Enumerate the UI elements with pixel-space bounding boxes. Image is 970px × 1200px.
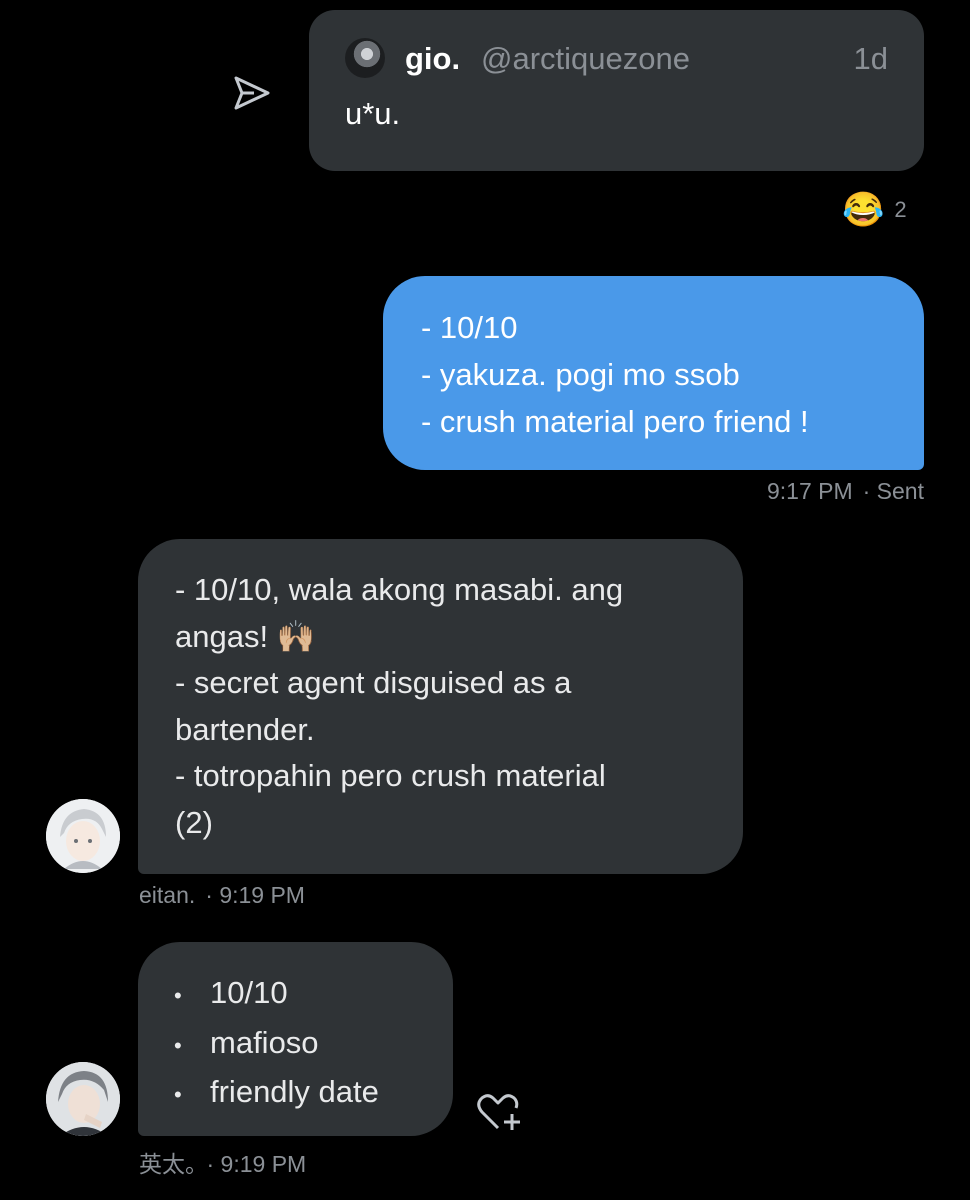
quoted-tweet-card[interactable]: gio. @arctiquezone 1d u*u. (309, 10, 924, 171)
sender-name: 英太。 (139, 1151, 197, 1177)
quoted-tweet-time: 1d (853, 41, 888, 76)
sent-message-meta: 9:17 PM · Sent (767, 478, 924, 505)
quoted-tweet-handle: @arctiquezone (481, 41, 690, 76)
bullet: • (174, 1082, 182, 1107)
quoted-tweet-avatar (345, 38, 385, 78)
message-meta: eitan. · 9:19 PM (139, 882, 305, 909)
received-message-bubble[interactable]: - 10/10, wala akong masabi. ang angas! 🙌… (138, 539, 743, 874)
message-line: bartender. (175, 711, 315, 747)
message-line: - 10/10, wala akong masabi. ang (175, 572, 624, 607)
message-line: - 10/10 (421, 310, 518, 345)
quoted-tweet-text: u*u. (345, 96, 401, 131)
list-item: • friendly date (174, 1069, 433, 1119)
add-reaction-heart-icon[interactable] (474, 1090, 524, 1134)
sent-message-bubble[interactable]: - 10/10 - yakuza. pogi mo ssob - crush m… (383, 276, 924, 470)
list-item: • mafioso (174, 1020, 433, 1070)
reaction-count: 2 (894, 197, 907, 222)
list-item: • 10/10 (174, 970, 433, 1020)
message-line: - yakuza. pogi mo ssob (421, 357, 740, 392)
avatar[interactable] (46, 1062, 120, 1136)
list-item-text: friendly date (210, 1074, 379, 1109)
sender-name: eitan. (139, 882, 196, 908)
message-line: - secret agent disguised as a (175, 665, 572, 700)
quoted-tweet-display-name: gio. (405, 41, 461, 76)
message-time: · 9:19 PM (206, 1151, 307, 1177)
list-item-text: mafioso (210, 1024, 319, 1060)
bullet: • (174, 983, 182, 1008)
message-meta: 英太。 · 9:19 PM (139, 1145, 306, 1179)
avatar[interactable] (46, 799, 120, 873)
bullet: • (174, 1032, 182, 1058)
message-status: · Sent (862, 478, 924, 504)
message-time: · 9:19 PM (205, 882, 305, 908)
message-line: - crush material pero friend ! (421, 404, 809, 439)
message-line: - totropahin pero crush material (175, 758, 606, 793)
message-line: angas! 🙌🏼 (175, 618, 316, 654)
message-line: (2) (175, 804, 213, 840)
laugh-emoji-icon: 😂 (842, 191, 885, 229)
received-message-bubble[interactable]: • 10/10 • mafioso • friendly date (138, 942, 453, 1136)
message-time: 9:17 PM (766, 478, 853, 504)
send-icon[interactable] (228, 70, 274, 116)
message-reaction[interactable]: 😂 2 (842, 190, 907, 230)
list-item-text: 10/10 (210, 975, 288, 1010)
